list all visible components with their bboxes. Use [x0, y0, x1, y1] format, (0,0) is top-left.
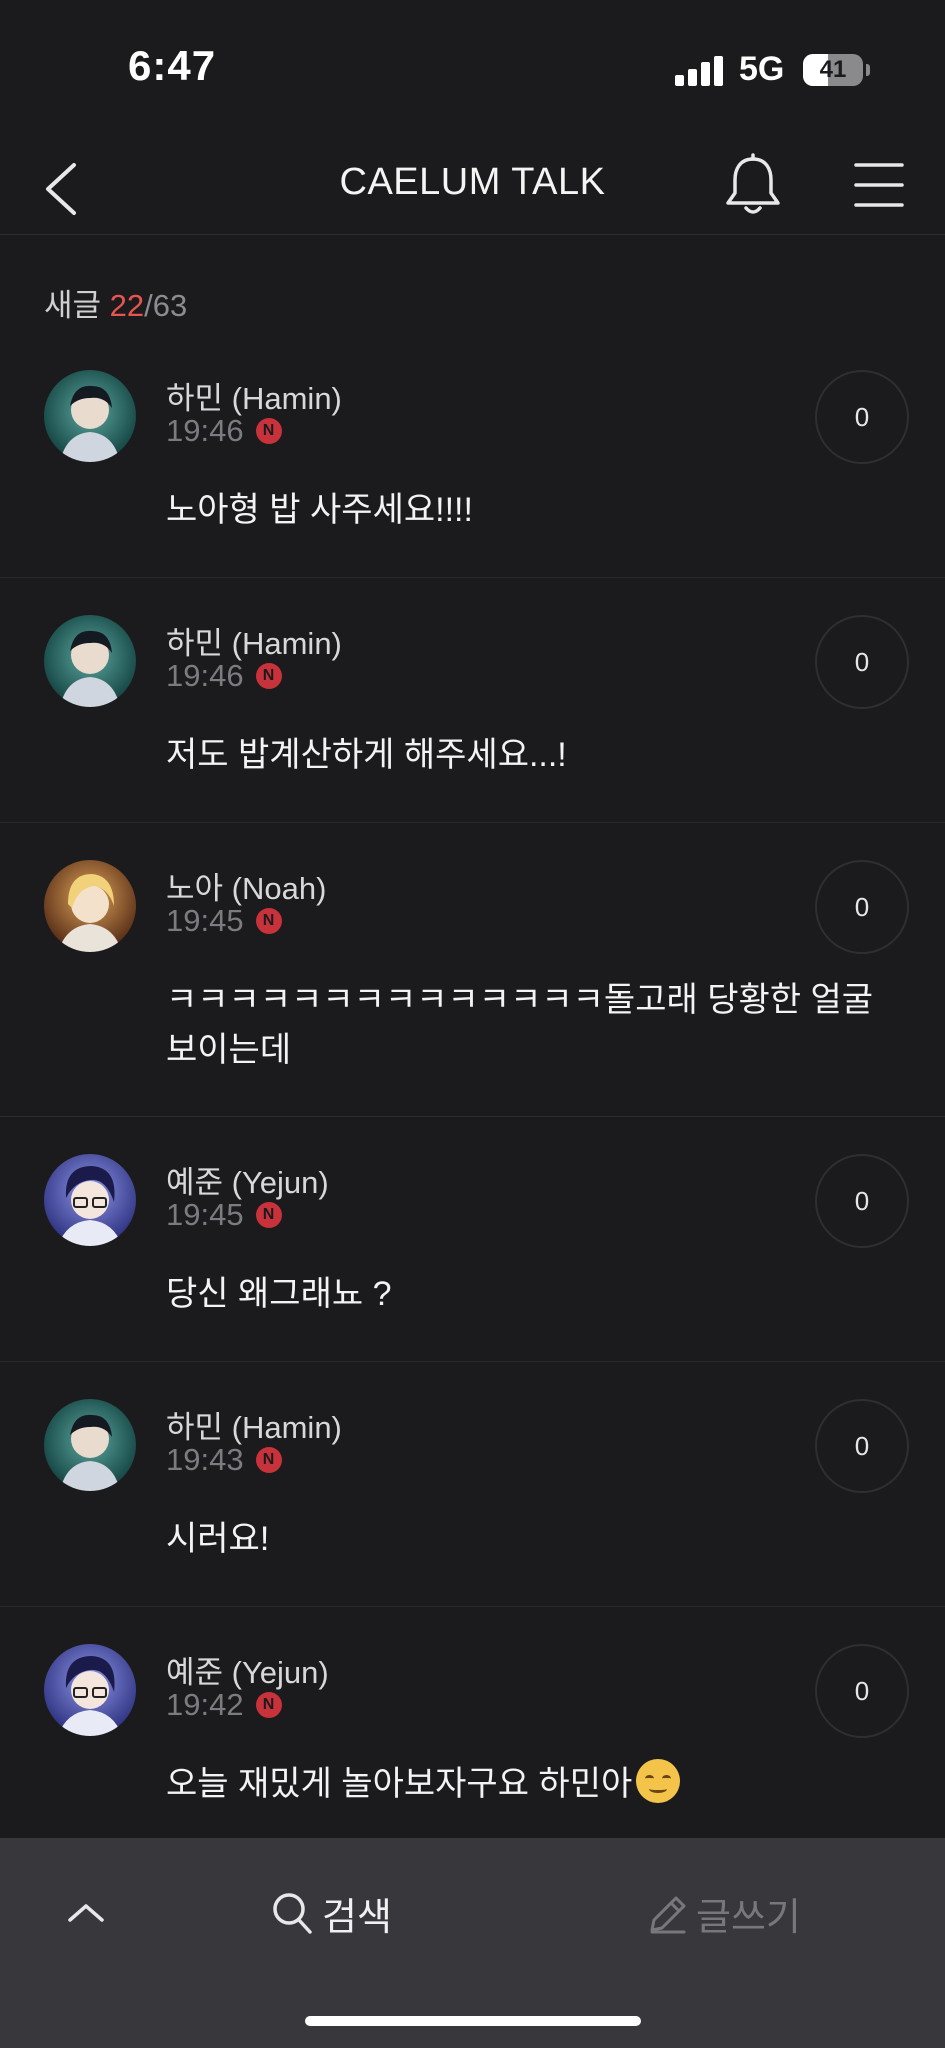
post-text: 오늘 재밌게 놀아보자구요 하민아 — [166, 1759, 896, 1809]
menu-button[interactable] — [852, 159, 906, 211]
post-time: 19:46 — [166, 413, 244, 448]
page-title: CAELUM TALK — [339, 161, 606, 203]
search-button[interactable]: 검색 — [270, 1878, 392, 1948]
like-button[interactable]: 0 — [815, 1644, 909, 1738]
post-time: 19:42 — [166, 1687, 244, 1722]
battery-tip — [866, 64, 870, 76]
scroll-top-button[interactable] — [56, 1884, 116, 1940]
like-button[interactable]: 0 — [815, 860, 909, 954]
post-text: 시러요! — [166, 1520, 270, 1558]
write-label: 글쓰기 — [696, 1896, 801, 1939]
cellular-signal-icon — [675, 56, 723, 86]
post-author: 노아 (Noah) — [166, 871, 327, 906]
notifications-button[interactable] — [722, 153, 784, 219]
post-item[interactable]: 하민 (Hamin) 19:43 N 0 시러요! — [0, 1362, 945, 1607]
new-badge: N — [255, 663, 282, 689]
like-button[interactable]: 0 — [815, 1399, 909, 1493]
pencil-icon — [650, 1896, 686, 1934]
search-label: 검색 — [322, 1896, 392, 1939]
hamburger-menu-icon — [854, 163, 904, 207]
avatar-noah[interactable] — [44, 860, 136, 952]
post-text: 저도 밥계산하게 해주세요...! — [166, 736, 567, 774]
new-post-label: 새글 — [44, 288, 102, 323]
new-post-current: 22 — [109, 288, 145, 323]
new-badge: N — [255, 908, 282, 934]
chevron-up-icon — [68, 1904, 104, 1922]
post-meta: 19:45 N — [166, 903, 282, 939]
avatar-hamin[interactable] — [44, 615, 136, 707]
post-meta: 19:43 N — [166, 1442, 282, 1478]
new-badge: N — [255, 1692, 282, 1718]
post-item[interactable]: 예준 (Yejun) 19:45 N 0 당신 왜그래뇨 ? — [0, 1117, 945, 1362]
post-item[interactable]: 예준 (Yejun) 19:42 N 0 오늘 재밌게 놀아보자구요 하민아 — [0, 1607, 945, 1852]
new-badge: N — [255, 1447, 282, 1473]
status-time: 6:47 — [128, 42, 217, 89]
post-meta: 19:46 N — [166, 658, 282, 694]
post-author: 하민 (Hamin) — [166, 381, 342, 416]
smiling-face-emoji — [636, 1759, 681, 1803]
battery-icon: 41 — [803, 54, 863, 86]
avatar-hamin[interactable] — [44, 1399, 136, 1491]
post-time: 19:45 — [166, 1197, 244, 1232]
post-author: 하민 (Hamin) — [166, 1410, 342, 1445]
bell-icon — [726, 153, 780, 214]
status-bar: 6:47 5G 41 — [0, 0, 945, 135]
new-post-total: /63 — [144, 288, 188, 323]
avatar-yejun[interactable] — [44, 1154, 136, 1246]
post-text: 당신 왜그래뇨 ? — [166, 1275, 392, 1313]
post-text: ㅋㅋㅋㅋㅋㅋㅋㅋㅋㅋㅋㅋㅋㅋ돌고래 당황한 얼굴 보이는데 — [166, 981, 874, 1069]
new-badge: N — [255, 418, 282, 444]
chevron-left-icon — [46, 163, 76, 215]
post-author: 예준 (Yejun) — [166, 1165, 329, 1200]
post-time: 19:45 — [166, 903, 244, 938]
post-text-content: 오늘 재밌게 놀아보자구요 하민아 — [166, 1765, 633, 1803]
avatar-yejun[interactable] — [44, 1644, 136, 1736]
search-icon — [273, 1893, 312, 1934]
post-text: 노아형 밥 사주세요!!!! — [166, 491, 473, 529]
new-badge: N — [255, 1202, 282, 1228]
like-button[interactable]: 0 — [815, 615, 909, 709]
post-item[interactable]: 하민 (Hamin) 19:46 N 0 노아형 밥 사주세요!!!! — [0, 333, 945, 578]
nav-bar: CAELUM TALK — [0, 135, 945, 235]
write-button[interactable]: 글쓰기 — [644, 1878, 801, 1948]
like-button[interactable]: 0 — [815, 370, 909, 464]
post-author: 하민 (Hamin) — [166, 626, 342, 661]
post-author: 예준 (Yejun) — [166, 1655, 329, 1690]
home-indicator[interactable] — [305, 2016, 641, 2026]
post-time: 19:43 — [166, 1442, 244, 1477]
avatar-hamin[interactable] — [44, 370, 136, 462]
battery-percent: 41 — [819, 56, 847, 83]
new-post-count: 새글 22/63 — [44, 280, 187, 325]
post-meta: 19:42 N — [166, 1687, 282, 1723]
network-type: 5G — [739, 50, 785, 88]
post-item[interactable]: 노아 (Noah) 19:45 N 0 ㅋㅋㅋㅋㅋㅋㅋㅋㅋㅋㅋㅋㅋㅋ돌고래 당황… — [0, 823, 945, 1117]
post-meta: 19:46 N — [166, 413, 282, 449]
like-button[interactable]: 0 — [815, 1154, 909, 1248]
post-time: 19:46 — [166, 658, 244, 693]
back-button[interactable] — [34, 145, 94, 225]
post-item[interactable]: 하민 (Hamin) 19:46 N 0 저도 밥계산하게 해주세요...! — [0, 578, 945, 823]
post-meta: 19:45 N — [166, 1197, 282, 1233]
